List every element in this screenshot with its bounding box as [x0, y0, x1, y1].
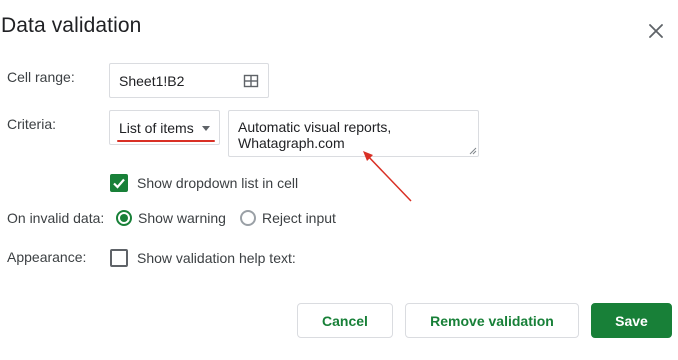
close-icon [649, 24, 663, 38]
cancel-button[interactable]: Cancel [297, 303, 393, 338]
reject-input-label: Reject input [262, 210, 336, 226]
data-validation-dialog: Data validation Cell range: Sheet1!B2 Cr… [0, 0, 678, 360]
appearance-label: Appearance: [7, 249, 87, 265]
close-button[interactable] [645, 20, 667, 42]
reject-input-radio[interactable] [240, 210, 256, 226]
invalid-data-label: On invalid data: [7, 210, 105, 226]
caret-down-icon [202, 126, 210, 131]
grid-select-icon[interactable] [243, 73, 259, 89]
criteria-dropdown[interactable]: List of items [109, 110, 220, 145]
list-items-textarea[interactable]: Automatic visual reports, Whatagraph.com [228, 110, 479, 157]
dialog-title: Data validation [1, 14, 142, 37]
show-dropdown-checkbox[interactable] [110, 174, 128, 192]
show-warning-label: Show warning [138, 210, 226, 226]
remove-validation-button[interactable]: Remove validation [405, 303, 579, 338]
cell-range-label: Cell range: [7, 69, 75, 85]
cell-range-value: Sheet1!B2 [119, 72, 185, 89]
show-dropdown-label: Show dropdown list in cell [137, 175, 299, 191]
show-help-text-checkbox[interactable] [110, 249, 128, 267]
resize-handle-icon[interactable] [468, 146, 477, 155]
show-help-text-label: Show validation help text: [137, 250, 296, 266]
checkmark-icon [113, 178, 125, 189]
annotation-arrow [363, 151, 412, 202]
save-button[interactable]: Save [591, 303, 672, 338]
criteria-selected-value: List of items [119, 119, 194, 136]
show-warning-radio[interactable] [116, 210, 132, 226]
annotation-underline [117, 140, 215, 142]
criteria-label: Criteria: [7, 116, 57, 132]
cell-range-input[interactable]: Sheet1!B2 [109, 63, 269, 98]
